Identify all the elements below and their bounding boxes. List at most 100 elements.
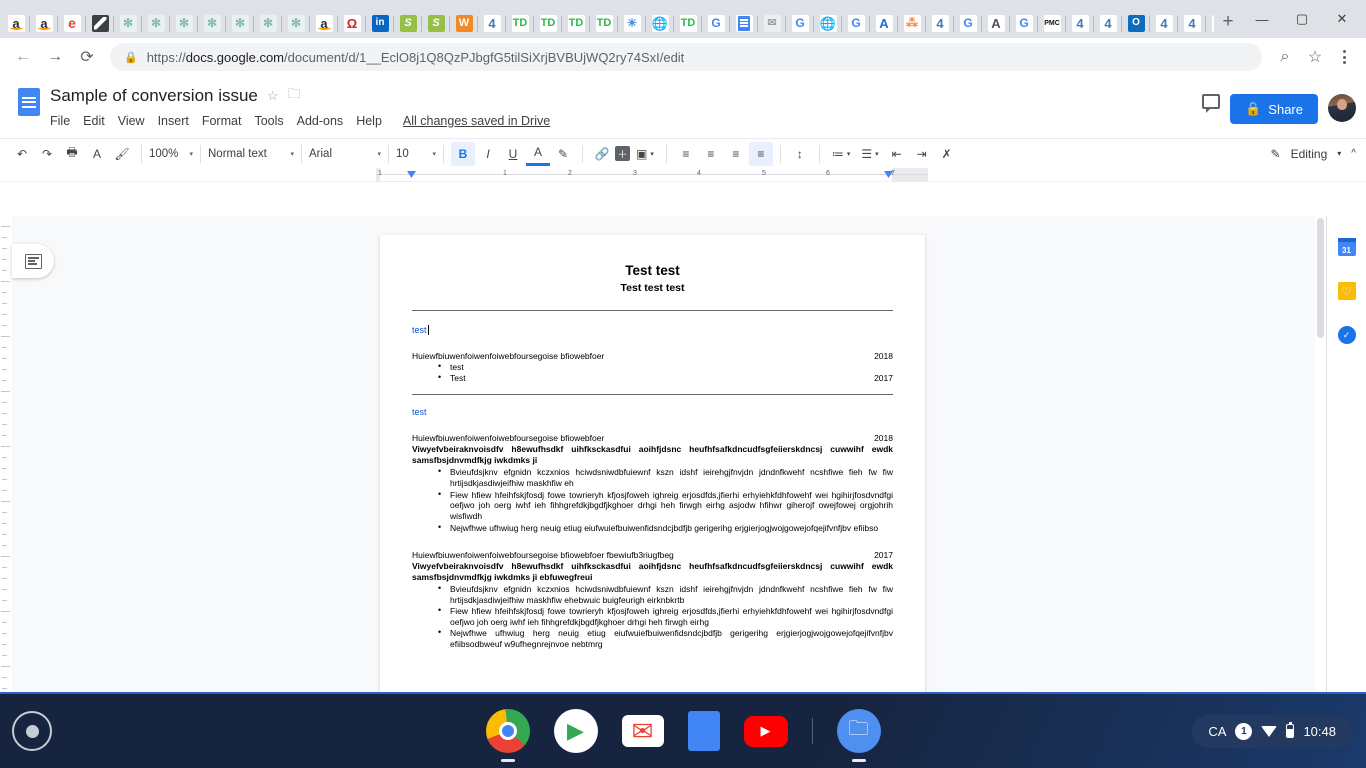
close-window-button[interactable]: ✕	[1322, 4, 1362, 34]
document-title[interactable]: Sample of conversion issue	[50, 86, 258, 106]
align-justify-button[interactable]: ≡	[748, 141, 773, 166]
tab-outlook[interactable]: O	[1122, 8, 1150, 38]
tab-amazon[interactable]: a	[310, 8, 338, 38]
chrome-icon[interactable]	[485, 709, 530, 762]
chrome-menu-icon[interactable]	[1330, 43, 1358, 71]
tab-td[interactable]: TD	[534, 8, 562, 38]
back-icon[interactable]: ←	[8, 42, 38, 72]
tab-td[interactable]: TD	[506, 8, 534, 38]
document-outline-button[interactable]	[12, 244, 54, 278]
play-store-icon[interactable]: ▶	[553, 709, 598, 753]
gmail-icon[interactable]: ✉	[621, 715, 664, 747]
keep-icon[interactable]: ♡	[1337, 282, 1356, 300]
tab-teal-leaf[interactable]: ✻	[142, 8, 170, 38]
collapse-toolbar-icon[interactable]: ^	[1351, 148, 1356, 159]
docs-logo-icon[interactable]	[12, 84, 46, 126]
files-icon[interactable]: 🗀	[836, 709, 881, 762]
tab-teal-leaf[interactable]: ✻	[170, 8, 198, 38]
comments-icon[interactable]	[1202, 94, 1221, 113]
maximize-button[interactable]: ▢	[1282, 4, 1322, 34]
forward-icon[interactable]: →	[40, 42, 70, 72]
tab-edge[interactable]: e	[58, 8, 86, 38]
undo-icon[interactable]: ↶	[10, 142, 34, 166]
tab-four[interactable]: 4	[926, 8, 954, 38]
menu-view[interactable]: View	[118, 114, 145, 128]
chevron-down-icon[interactable]: ▾	[1337, 149, 1341, 158]
menu-help[interactable]: Help	[356, 114, 382, 128]
tab-google[interactable]: G	[842, 8, 870, 38]
numbered-list-icon[interactable]: ≔ ▾	[827, 142, 856, 166]
reload-icon[interactable]: ⟳	[72, 42, 102, 72]
tab-wordpress[interactable]: W	[450, 8, 478, 38]
underline-button[interactable]: U	[501, 142, 525, 166]
highlight-color-button[interactable]: ✎	[551, 142, 575, 166]
tab-shopify[interactable]: S	[394, 8, 422, 38]
document-page[interactable]: Test test Test test test test Huiewfbiuw…	[380, 235, 925, 692]
tab-four[interactable]: 4	[1150, 8, 1178, 38]
search-icon[interactable]: ⌕	[1270, 42, 1300, 72]
tab-google-docs[interactable]	[730, 8, 758, 38]
menu-edit[interactable]: Edit	[83, 114, 105, 128]
insert-link-icon[interactable]: 🔗	[590, 142, 614, 166]
tab-linkedin[interactable]: in	[366, 8, 394, 38]
text-color-button[interactable]: A	[526, 142, 550, 166]
tab-amazon[interactable]: a	[2, 8, 30, 38]
tab-blue-a[interactable]: A	[870, 8, 898, 38]
line-spacing-icon[interactable]: ↕	[788, 142, 812, 166]
calendar-icon[interactable]: 31	[1337, 238, 1356, 256]
launcher-button[interactable]	[12, 711, 52, 751]
italic-button[interactable]: I	[476, 142, 500, 166]
editing-mode-label[interactable]: Editing	[1291, 147, 1328, 161]
star-icon[interactable]: ☆	[267, 88, 279, 104]
address-bar[interactable]: 🔒 https://docs.google.com/document/d/1__…	[110, 43, 1262, 71]
folder-icon[interactable]: 🗀	[288, 85, 301, 107]
align-right-button[interactable]: ≡	[724, 142, 748, 166]
tab-teal-leaf[interactable]: ✻	[282, 8, 310, 38]
tab-globe[interactable]: 🌐	[814, 8, 842, 38]
tab-google[interactable]: G	[702, 8, 730, 38]
tab-four[interactable]: 4	[478, 8, 506, 38]
tab-td[interactable]: TD	[562, 8, 590, 38]
youtube-icon[interactable]: ▶	[743, 715, 788, 747]
tab-envelope[interactable]: ✉	[758, 8, 786, 38]
tab-globe[interactable]: 🌐	[646, 8, 674, 38]
menu-addons[interactable]: Add-ons	[297, 114, 344, 128]
font-size-select[interactable]: 10 ▾	[396, 143, 436, 165]
print-icon[interactable]: 🖶	[60, 142, 84, 166]
add-comment-icon[interactable]: ＋	[615, 146, 630, 161]
menu-insert[interactable]: Insert	[158, 114, 189, 128]
tab-teal-leaf[interactable]: ✻	[114, 8, 142, 38]
redo-icon[interactable]: ↷	[35, 142, 59, 166]
paragraph-style-select[interactable]: Normal text ▾	[208, 143, 294, 165]
clear-formatting-icon[interactable]: ✗	[935, 142, 959, 166]
vertical-scrollbar[interactable]	[1315, 216, 1326, 692]
font-select[interactable]: Arial ▾	[309, 143, 381, 165]
menu-format[interactable]: Format	[202, 114, 242, 128]
tab-four[interactable]: 4	[1178, 8, 1206, 38]
horizontal-ruler[interactable]: 1 1 2 3 4 5 6 7	[0, 168, 1366, 182]
tab-four[interactable]: 4	[1094, 8, 1122, 38]
tab-teal-leaf[interactable]: ✻	[254, 8, 282, 38]
save-status[interactable]: All changes saved in Drive	[403, 114, 550, 128]
minimize-button[interactable]: —	[1242, 4, 1282, 34]
align-center-button[interactable]: ≡	[699, 142, 723, 166]
tab-lululemon[interactable]: Ω	[338, 8, 366, 38]
tab-bulb[interactable]: ☀	[618, 8, 646, 38]
bold-button[interactable]: B	[451, 141, 475, 166]
menu-tools[interactable]: Tools	[254, 114, 283, 128]
bulleted-list-icon[interactable]: ☰ ▾	[856, 142, 883, 166]
insert-image-icon[interactable]: ▣ ▾	[631, 142, 659, 166]
tab-td[interactable]: TD	[590, 8, 618, 38]
decrease-indent-icon[interactable]: ⇤	[885, 142, 909, 166]
menu-file[interactable]: File	[50, 114, 70, 128]
tab-td[interactable]: TD	[674, 8, 702, 38]
system-tray[interactable]: CA 1 10:48	[1192, 714, 1352, 748]
align-left-button[interactable]: ≡	[674, 142, 698, 166]
tab-orange-dots[interactable]: ⁂	[898, 8, 926, 38]
paint-format-icon[interactable]: 🖌	[110, 142, 134, 166]
zoom-select[interactable]: 100% ▾	[149, 143, 193, 165]
new-tab-button[interactable]: +	[1214, 8, 1242, 36]
tab-shopify[interactable]: S	[422, 8, 450, 38]
docs-icon[interactable]	[687, 711, 720, 751]
tab-amazon[interactable]: a	[30, 8, 58, 38]
